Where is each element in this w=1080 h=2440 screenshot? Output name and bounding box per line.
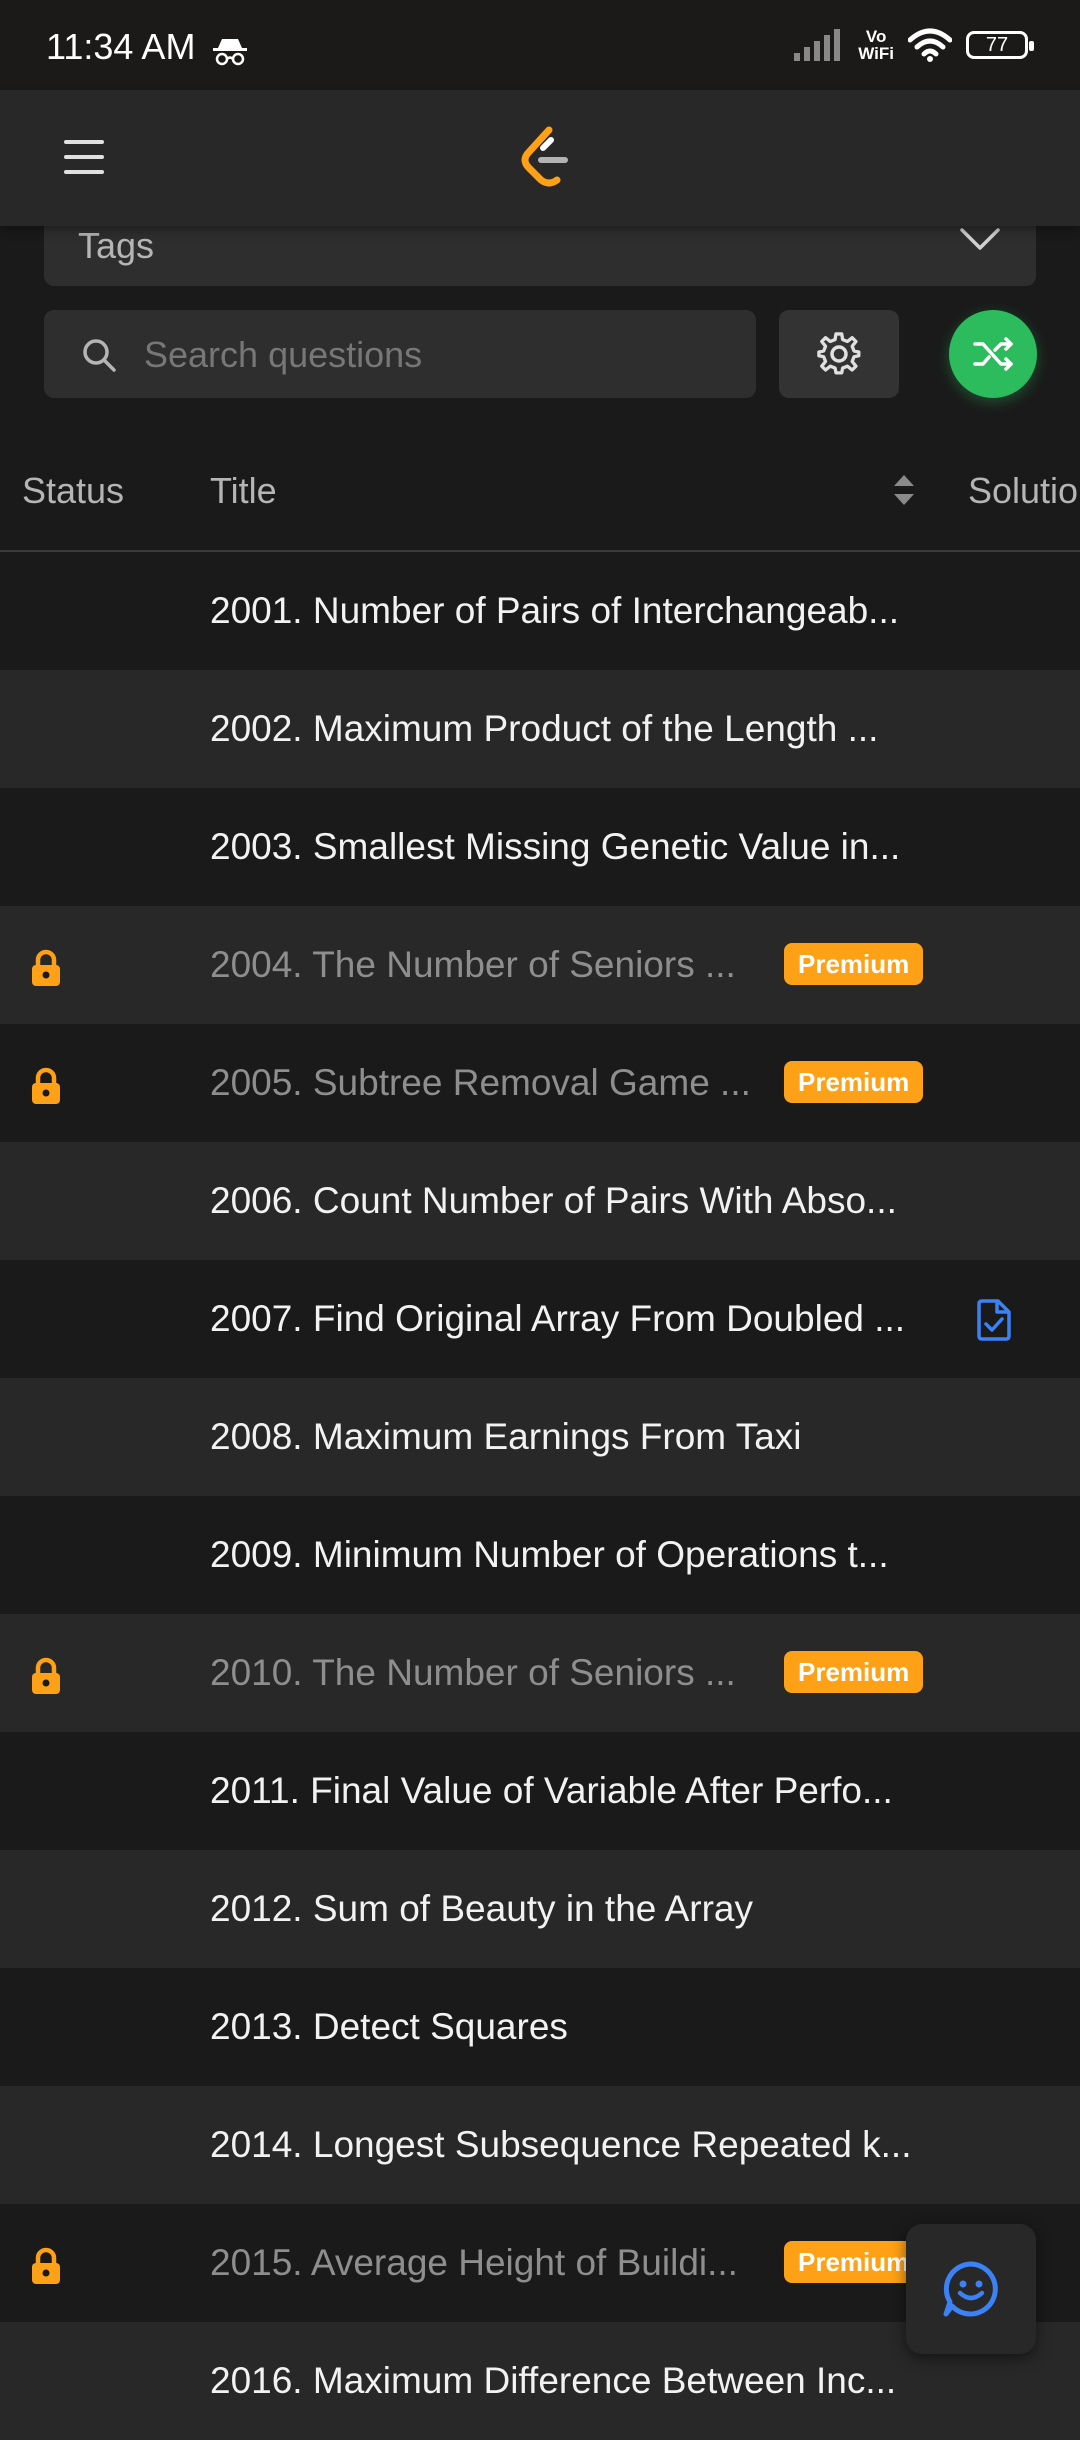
lock-icon [26, 1656, 66, 1696]
battery-level: 77 [985, 33, 1009, 56]
premium-badge: Premium [784, 1061, 924, 1103]
table-row[interactable]: 2010. The Number of Seniors ... Premium [0, 1614, 1080, 1732]
solution-doc-icon[interactable] [976, 1298, 1012, 1342]
battery-icon: 77 [966, 31, 1034, 59]
question-title[interactable]: 2006. Count Number of Pairs With Abso... [210, 1180, 897, 1222]
table-header: Status Title Solution [0, 440, 1080, 552]
question-title[interactable]: 2011. Final Value of Variable After Perf… [210, 1770, 893, 1812]
app-header [0, 90, 1080, 226]
status-indicators: Vo WiFi 77 [794, 28, 1034, 62]
status-time: 11:34 AM [46, 26, 196, 67]
table-row[interactable]: 2003. Smallest Missing Genetic Value in.… [0, 788, 1080, 906]
lock-icon [26, 2246, 66, 2286]
question-title[interactable]: 2013. Detect Squares [210, 2006, 568, 2048]
question-title[interactable]: 2002. Maximum Product of the Length ... [210, 708, 878, 750]
wifi-icon [908, 28, 952, 62]
question-title[interactable]: 2004. The Number of Seniors ... [210, 944, 736, 986]
question-title[interactable]: 2010. The Number of Seniors ... [210, 1652, 736, 1694]
premium-badge: Premium [784, 2241, 924, 2283]
sort-icon[interactable] [892, 470, 916, 510]
question-list: 2001. Number of Pairs of Interchangeab..… [0, 552, 1080, 2440]
leetcode-logo-icon[interactable] [515, 126, 575, 190]
question-title[interactable]: 2014. Longest Subsequence Repeated k... [210, 2124, 911, 2166]
table-row[interactable]: 2007. Find Original Array From Doubled .… [0, 1260, 1080, 1378]
vowifi-top: Vo [865, 27, 887, 46]
vowifi-indicator: Vo WiFi [858, 28, 894, 62]
gear-icon [817, 332, 861, 375]
hamburger-icon[interactable] [64, 140, 104, 176]
table-row[interactable]: 2013. Detect Squares [0, 1968, 1080, 2086]
table-row[interactable]: 2009. Minimum Number of Operations t... [0, 1496, 1080, 1614]
random-question-button[interactable] [949, 310, 1037, 398]
incognito-icon [213, 39, 247, 66]
vowifi-bottom: WiFi [858, 44, 894, 63]
table-row[interactable]: 2011. Final Value of Variable After Perf… [0, 1732, 1080, 1850]
signal-icon [794, 29, 841, 61]
table-row[interactable]: 2002. Maximum Product of the Length ... [0, 670, 1080, 788]
table-row[interactable]: 2008. Maximum Earnings From Taxi [0, 1378, 1080, 1496]
table-row[interactable]: 2012. Sum of Beauty in the Array [0, 1850, 1080, 1968]
search-box[interactable] [44, 310, 756, 398]
question-title[interactable]: 2008. Maximum Earnings From Taxi [210, 1416, 802, 1458]
column-title-header[interactable]: Title [210, 470, 277, 512]
column-status-header: Status [22, 470, 125, 511]
question-title[interactable]: 2007. Find Original Array From Doubled .… [210, 1298, 905, 1340]
table-row[interactable]: 2004. The Number of Seniors ... Premium [0, 906, 1080, 1024]
chevron-down-icon [960, 228, 1000, 250]
question-title[interactable]: 2015. Average Height of Buildi... [210, 2242, 738, 2284]
question-title[interactable]: 2003. Smallest Missing Genetic Value in.… [210, 826, 900, 868]
question-title[interactable]: 2012. Sum of Beauty in the Array [210, 1888, 753, 1930]
table-row[interactable]: 2001. Number of Pairs of Interchangeab..… [0, 552, 1080, 670]
smiley-chat-icon [943, 2261, 998, 2317]
table-row[interactable]: 2014. Longest Subsequence Repeated k... [0, 2086, 1080, 2204]
feedback-button[interactable] [906, 2224, 1036, 2354]
search-icon [83, 339, 116, 372]
question-title[interactable]: 2016. Maximum Difference Between Inc... [210, 2360, 896, 2402]
premium-badge: Premium [784, 1651, 924, 1693]
question-title[interactable]: 2005. Subtree Removal Game ... [210, 1062, 751, 1104]
column-solution-header: Solution [968, 470, 1080, 511]
tags-label: Tags [78, 225, 155, 266]
status-bar: 11:34 AM Vo WiFi 77 [0, 0, 1080, 90]
lock-icon [26, 1066, 66, 1106]
settings-button[interactable] [779, 310, 899, 398]
question-title[interactable]: 2009. Minimum Number of Operations t... [210, 1534, 889, 1576]
search-input[interactable] [142, 326, 726, 384]
table-row[interactable]: 2006. Count Number of Pairs With Abso... [0, 1142, 1080, 1260]
premium-badge: Premium [784, 943, 924, 985]
table-row[interactable]: 2005. Subtree Removal Game ... Premium [0, 1024, 1080, 1142]
lock-icon [26, 948, 66, 988]
question-title[interactable]: 2001. Number of Pairs of Interchangeab..… [210, 590, 899, 632]
shuffle-icon [973, 337, 1013, 371]
